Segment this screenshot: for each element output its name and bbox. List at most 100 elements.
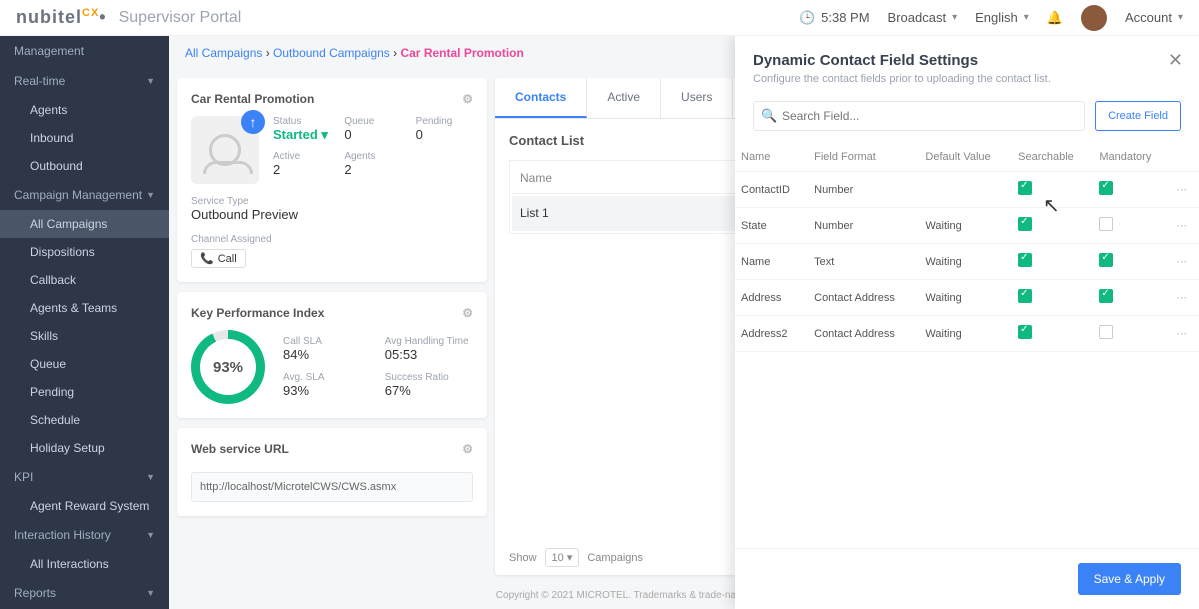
- gear-icon[interactable]: ⚙: [462, 92, 473, 106]
- nav-outbound[interactable]: Outbound: [0, 152, 169, 180]
- kpi-title: Key Performance Index: [191, 306, 324, 320]
- nav-callback[interactable]: Callback: [0, 266, 169, 294]
- save-apply-button[interactable]: Save & Apply: [1078, 563, 1181, 595]
- bell-icon[interactable]: 🔔: [1047, 10, 1063, 26]
- url-input[interactable]: [191, 472, 473, 502]
- slideout-title: Dynamic Contact Field Settings: [753, 52, 1181, 69]
- queue-label: Queue: [344, 116, 401, 127]
- call-sla-value: 84%: [283, 347, 367, 362]
- mandatory-checkbox[interactable]: [1099, 289, 1113, 303]
- close-icon[interactable]: ✕: [1168, 50, 1183, 71]
- avg-sla-value: 93%: [283, 383, 367, 398]
- searchable-checkbox[interactable]: [1018, 253, 1032, 267]
- caret-down-icon: ▼: [146, 588, 155, 598]
- mandatory-checkbox[interactable]: [1099, 181, 1113, 195]
- row-menu-icon[interactable]: ⋯: [1176, 328, 1188, 340]
- searchable-checkbox[interactable]: [1018, 289, 1032, 303]
- crumb-outbound[interactable]: Outbound Campaigns: [273, 46, 390, 60]
- nav-all-campaigns[interactable]: All Campaigns: [0, 210, 169, 238]
- field-name: Name: [735, 244, 808, 280]
- field-format: Number: [808, 172, 919, 208]
- field-default: Waiting: [919, 280, 1012, 316]
- row-menu-icon[interactable]: ⋯: [1176, 292, 1188, 304]
- field-row: AddressContact AddressWaiting ⋯: [735, 280, 1199, 316]
- field-format: Number: [808, 208, 919, 244]
- clock-display: 🕒5:38 PM: [799, 10, 870, 26]
- field-format: Contact Address: [808, 280, 919, 316]
- slideout-subtitle: Configure the contact fields prior to up…: [753, 73, 1181, 85]
- tab-users[interactable]: Users: [661, 78, 733, 118]
- nav-campaign-mgmt[interactable]: Campaign Management▼: [0, 180, 169, 210]
- nav-kpi[interactable]: KPI▼: [0, 462, 169, 492]
- field-format: Contact Address: [808, 316, 919, 352]
- language-menu[interactable]: English▾: [975, 10, 1029, 25]
- nav-schedule[interactable]: Schedule: [0, 406, 169, 434]
- nav-interaction-history[interactable]: Interaction History▼: [0, 520, 169, 550]
- nav-dispositions[interactable]: Dispositions: [0, 238, 169, 266]
- mandatory-checkbox[interactable]: [1099, 325, 1113, 339]
- tab-contacts[interactable]: Contacts: [495, 78, 587, 118]
- avatar[interactable]: [1081, 5, 1107, 31]
- success-label: Success Ratio: [385, 372, 469, 383]
- row-menu-icon[interactable]: ⋯: [1176, 256, 1188, 268]
- fcol-mandatory: Mandatory: [1093, 143, 1170, 172]
- nav-inbound[interactable]: Inbound: [0, 124, 169, 152]
- field-default: Waiting: [919, 244, 1012, 280]
- caret-down-icon: ▼: [146, 472, 155, 482]
- searchable-checkbox[interactable]: [1018, 217, 1032, 231]
- phone-icon: 📞: [200, 252, 214, 265]
- field-name: Address: [735, 280, 808, 316]
- account-menu[interactable]: Account▾: [1125, 10, 1183, 25]
- field-row: StateNumberWaiting⋯: [735, 208, 1199, 244]
- nav-holiday[interactable]: Holiday Setup: [0, 434, 169, 462]
- field-format: Text: [808, 244, 919, 280]
- tab-active[interactable]: Active: [587, 78, 661, 118]
- crumb-all[interactable]: All Campaigns: [185, 46, 262, 60]
- status-label: Status: [273, 116, 330, 127]
- create-field-button[interactable]: Create Field: [1095, 101, 1181, 131]
- nav-agent-reward[interactable]: Agent Reward System: [0, 492, 169, 520]
- unit-label: Campaigns: [587, 552, 643, 564]
- nav-reports[interactable]: Reports▼: [0, 578, 169, 608]
- channel-chip: 📞Call: [191, 249, 246, 268]
- field-name: Address2: [735, 316, 808, 352]
- mandatory-checkbox[interactable]: [1099, 217, 1113, 231]
- nav-all-interactions[interactable]: All Interactions: [0, 550, 169, 578]
- upload-icon[interactable]: ↑: [241, 110, 265, 134]
- mandatory-checkbox[interactable]: [1099, 253, 1113, 267]
- channel-label: Channel Assigned: [191, 234, 473, 245]
- nav-pending[interactable]: Pending: [0, 378, 169, 406]
- chevron-down-icon: ▾: [952, 12, 957, 23]
- fcol-format: Field Format: [808, 143, 919, 172]
- field-row: NameTextWaiting ⋯: [735, 244, 1199, 280]
- searchable-checkbox[interactable]: [1018, 181, 1032, 195]
- kpi-ring: 93%: [191, 330, 265, 404]
- field-row: ContactIDNumber⋯: [735, 172, 1199, 208]
- status-value[interactable]: Started ▾: [273, 127, 330, 143]
- field-row: Address2Contact AddressWaiting ⋯: [735, 316, 1199, 352]
- field-default: Waiting: [919, 316, 1012, 352]
- nav-agents[interactable]: Agents: [0, 96, 169, 124]
- col-name: Name: [512, 163, 748, 194]
- nav-management[interactable]: Management: [0, 36, 169, 66]
- nav-queue[interactable]: Queue: [0, 350, 169, 378]
- nav-skills[interactable]: Skills: [0, 322, 169, 350]
- campaign-title: Car Rental Promotion: [191, 92, 314, 106]
- search-icon: 🔍: [761, 108, 777, 124]
- gear-icon[interactable]: ⚙: [462, 442, 473, 456]
- pending-label: Pending: [416, 116, 473, 127]
- field-default: Waiting: [919, 208, 1012, 244]
- searchable-checkbox[interactable]: [1018, 325, 1032, 339]
- broadcast-menu[interactable]: Broadcast▾: [888, 10, 958, 25]
- pagesize-select[interactable]: 10 ▾: [545, 548, 580, 567]
- row-menu-icon[interactable]: ⋯: [1176, 220, 1188, 232]
- crumb-current: Car Rental Promotion: [400, 46, 523, 60]
- nav-agents-teams[interactable]: Agents & Teams: [0, 294, 169, 322]
- gear-icon[interactable]: ⚙: [462, 306, 473, 320]
- nav-realtime[interactable]: Real-time▼: [0, 66, 169, 96]
- search-input[interactable]: [753, 101, 1085, 131]
- aht-label: Avg Handling Time: [385, 336, 469, 347]
- agents-value: 2: [344, 162, 401, 177]
- call-sla-label: Call SLA: [283, 336, 367, 347]
- row-menu-icon[interactable]: ⋯: [1176, 184, 1188, 196]
